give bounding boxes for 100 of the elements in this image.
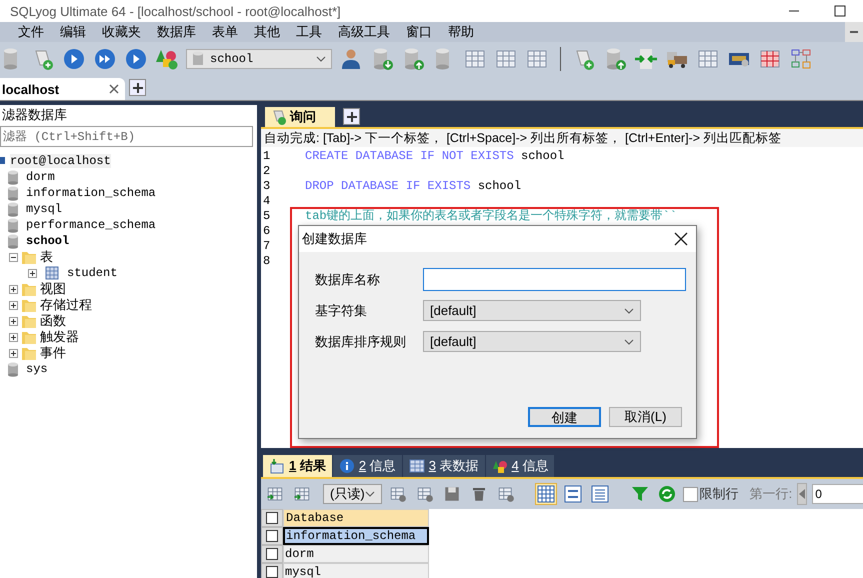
tree-item[interactable]: performance_schema — [26, 218, 156, 232]
select-field[interactable]: [default] — [423, 300, 641, 321]
row-checkbox[interactable] — [266, 566, 278, 578]
result-tab[interactable]: 2 信息 — [332, 455, 402, 477]
limit-label: 限制行 — [700, 485, 739, 503]
shapes-icon — [492, 458, 508, 474]
dialog-button[interactable]: 取消(L) — [609, 407, 682, 427]
connection-tab[interactable]: localhost — [0, 78, 125, 100]
table-cell[interactable]: dorm — [283, 545, 429, 563]
row-checkbox[interactable] — [266, 530, 278, 542]
tree-item[interactable]: 视图 — [40, 280, 66, 298]
table-icon — [45, 266, 59, 280]
triangle-left-icon — [798, 489, 806, 499]
new-tab-button[interactable] — [343, 108, 360, 125]
database-icon — [7, 362, 19, 376]
menu-item[interactable]: 数据库 — [149, 23, 204, 41]
database-dropdown[interactable]: school — [186, 49, 332, 69]
database-icon — [7, 170, 19, 184]
field-label: 数据库排序规则 — [315, 332, 407, 350]
first-row-field[interactable]: 0 — [812, 484, 863, 504]
limit-checkbox[interactable] — [682, 486, 698, 502]
text-view-icon[interactable] — [588, 483, 611, 505]
expander-icon[interactable] — [9, 252, 18, 262]
dialog-title: 创建数据库 — [302, 230, 367, 248]
merge-arrows-icon[interactable] — [634, 47, 658, 71]
chevron-down-icon — [364, 491, 375, 497]
database-icon — [7, 202, 19, 216]
expander-icon[interactable] — [9, 316, 18, 326]
tree-item[interactable]: 存储过程 — [40, 296, 92, 314]
database-icon — [7, 186, 19, 200]
menu-item[interactable]: 编辑 — [52, 23, 94, 41]
menu-item[interactable]: 其他 — [246, 23, 288, 41]
tree-item[interactable]: school — [26, 234, 70, 248]
play-icon[interactable] — [62, 47, 86, 71]
menu-item[interactable]: 窗口 — [398, 23, 440, 41]
select-field[interactable]: [default] — [423, 331, 641, 352]
expander-icon[interactable] — [9, 284, 18, 294]
chevron-down-icon — [624, 338, 634, 344]
menu-item[interactable]: 高级工具 — [330, 23, 398, 41]
code-line: tab键的上面，如果你的表名或者字段名是一个特殊字符，就需要带`` — [305, 208, 678, 224]
menu-item[interactable]: 帮助 — [440, 23, 482, 41]
autocomplete-hint: 自动完成: [Tab]-> 下一个标签， [Ctrl+Space]-> 列出所有标签， [Ctrl+Enter]-> 列出匹配标签 — [261, 127, 863, 147]
close-icon[interactable] — [674, 232, 688, 246]
table-cell[interactable]: mysql — [283, 563, 429, 578]
tree-item[interactable]: information_schema — [26, 186, 156, 200]
form-view-icon[interactable] — [562, 483, 584, 505]
menu-item[interactable]: 表单 — [204, 23, 246, 41]
folder-icon — [21, 329, 37, 345]
person-icon[interactable] — [339, 47, 363, 71]
tree-item[interactable]: dorm — [26, 170, 55, 184]
tree-item[interactable]: student — [67, 266, 118, 280]
query-tab[interactable]: 询问 — [265, 107, 335, 127]
previous-button[interactable] — [797, 483, 808, 505]
expander-icon[interactable] — [9, 348, 18, 358]
table-cell[interactable]: information_schema — [283, 527, 429, 545]
tree-item[interactable]: 事件 — [40, 344, 66, 362]
tree-item[interactable]: 表 — [40, 248, 53, 266]
table-icon — [408, 458, 425, 474]
line-number: 8 — [262, 254, 272, 268]
line-number: 1 — [262, 148, 272, 162]
chevron-down-icon — [624, 308, 634, 314]
row-checkbox[interactable] — [266, 512, 278, 524]
row-checkbox[interactable] — [266, 548, 278, 560]
result-tab[interactable]: 4 信息 — [486, 455, 554, 477]
tree-item[interactable]: 函数 — [40, 312, 66, 330]
tree-item[interactable]: 触发器 — [40, 328, 79, 346]
database-icon — [7, 234, 19, 248]
table-download-icon — [269, 458, 285, 474]
diagram-icon[interactable] — [789, 47, 813, 71]
menu-item[interactable]: 文件 — [10, 23, 52, 41]
code-line: DROP DATABASE IF EXISTS school — [305, 178, 522, 192]
scroll-plus-icon — [271, 109, 287, 125]
dialog-button[interactable]: 创建 — [528, 407, 601, 427]
expander-icon[interactable] — [9, 300, 18, 310]
result-tab[interactable]: 3 表数据 — [402, 455, 485, 477]
folder-icon — [21, 345, 37, 361]
mode-dropdown[interactable]: (只读) — [323, 484, 382, 504]
window-title: SQLyog Ultimate 64 - [localhost/school - root@localhost*] — [10, 4, 342, 18]
line-number: 7 — [262, 238, 272, 252]
tree-item[interactable]: sys — [26, 362, 48, 376]
result-tab[interactable]: 1 结果 — [263, 455, 332, 477]
menu-item[interactable]: 工具 — [288, 23, 330, 41]
code-line: CREATE DATABASE IF NOT EXISTS school — [305, 148, 566, 162]
column-header[interactable]: Database — [283, 509, 429, 527]
panel-title: 滤器数据库 — [1, 106, 68, 124]
grid-view-icon[interactable] — [534, 483, 557, 505]
input-field[interactable] — [423, 268, 686, 291]
new-tab-button[interactable] — [129, 79, 146, 96]
fast-forward-icon[interactable] — [93, 47, 117, 71]
tree-item[interactable]: root@localhost — [10, 154, 111, 168]
filter-field[interactable]: 滤器 (Ctrl+Shift+B) — [0, 126, 253, 147]
database-icon — [192, 51, 204, 67]
minimize-icon[interactable] — [845, 22, 863, 42]
menu-item[interactable]: 收藏夹 — [94, 23, 149, 41]
tree-item[interactable]: mysql — [26, 202, 62, 216]
expander-icon[interactable] — [28, 268, 37, 278]
server-icon — [0, 157, 6, 165]
chevron-down-icon — [316, 56, 326, 62]
line-number: 4 — [262, 194, 272, 208]
expander-icon[interactable] — [9, 332, 18, 342]
